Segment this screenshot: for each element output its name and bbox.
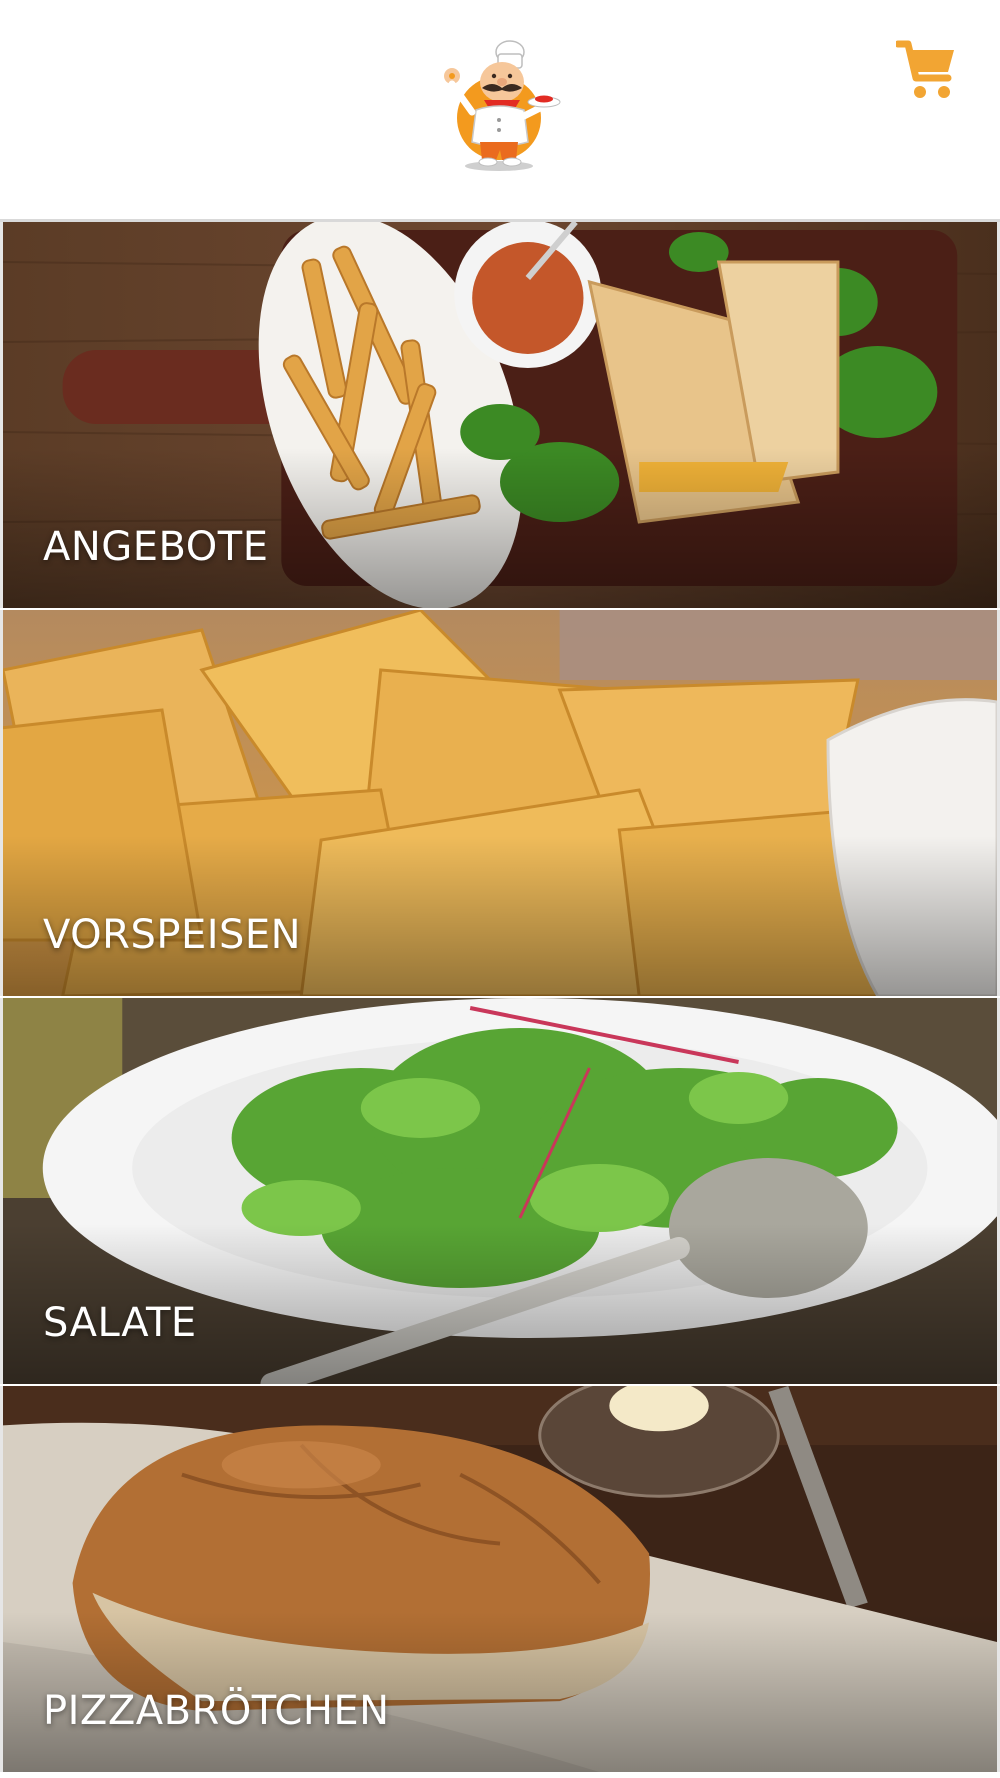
- category-label: VORSPEISEN: [43, 912, 302, 958]
- category-label: ANGEBOTE: [43, 524, 269, 570]
- category-label: SALATE: [43, 1300, 197, 1346]
- category-tile-vorspeisen[interactable]: VORSPEISEN: [0, 610, 1000, 996]
- shopping-cart-button[interactable]: [894, 38, 958, 102]
- category-label: PIZZABRÖTCHEN: [43, 1688, 390, 1734]
- category-list: ANGEBOTE VORSPEISEN SALATE PIZZABRÖTCHEN: [0, 222, 1000, 1778]
- category-tile-angebote[interactable]: ANGEBOTE: [0, 222, 1000, 608]
- chef-logo[interactable]: [436, 38, 562, 172]
- category-tile-salate[interactable]: SALATE: [0, 998, 1000, 1384]
- category-tile-pizzabroetchen[interactable]: PIZZABRÖTCHEN: [0, 1386, 1000, 1772]
- app-header: [0, 0, 1000, 222]
- shopping-cart-icon: [894, 40, 954, 98]
